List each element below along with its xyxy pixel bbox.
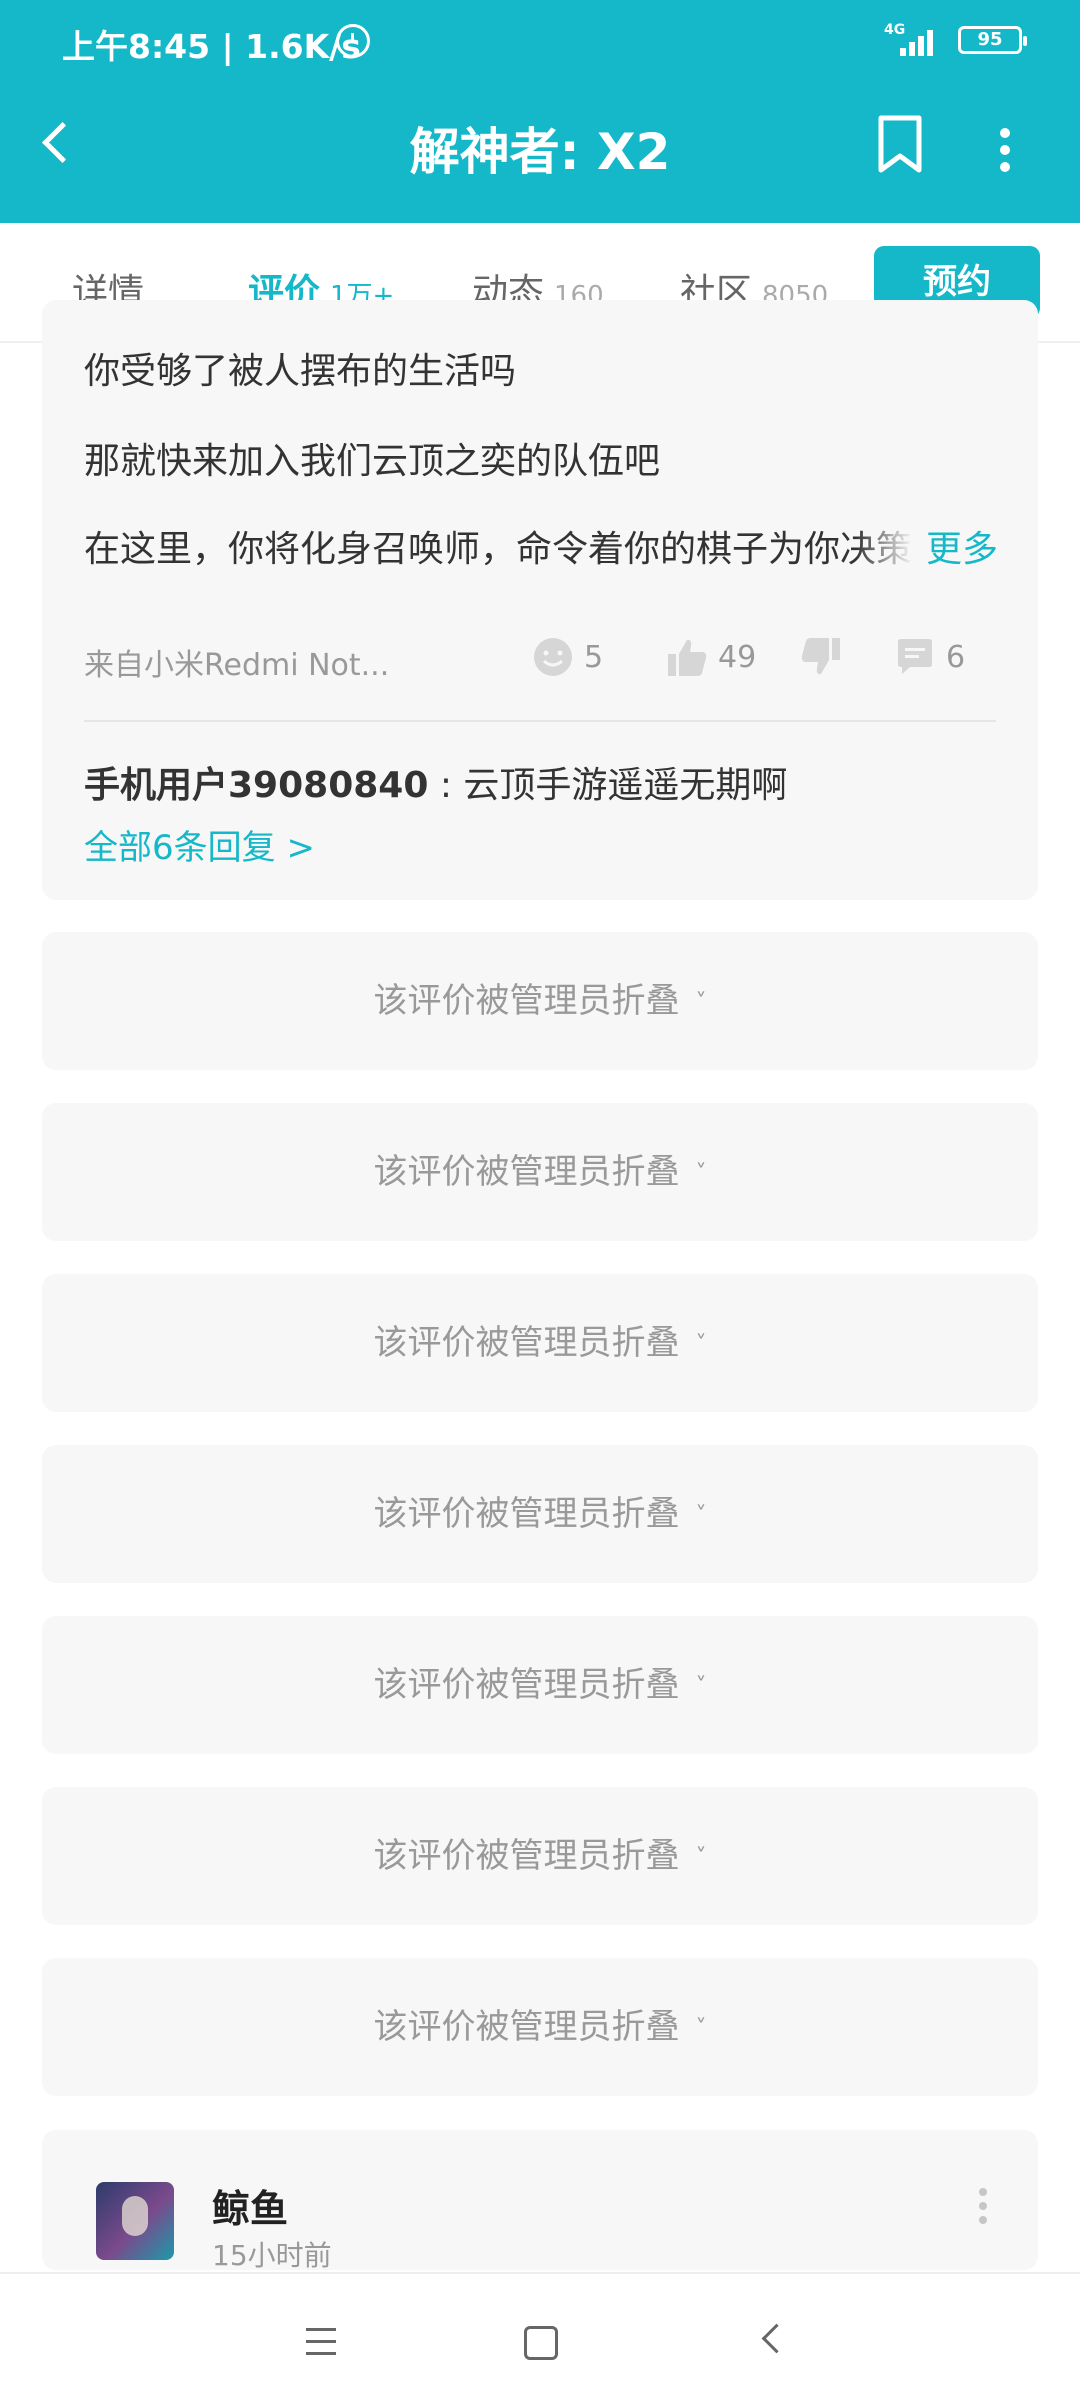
thumbs-down-icon xyxy=(801,638,840,675)
reply-preview: 手机用户39080840 : 云顶手游遥遥无期啊 xyxy=(84,756,787,808)
signal-icon xyxy=(900,26,942,56)
chevron-down-icon: ˅ xyxy=(695,1844,707,1870)
comment-button[interactable]: 6 xyxy=(894,632,965,682)
emoji-count: 5 xyxy=(584,639,604,675)
review-text-line: 你受够了被人摆布的生活吗 xyxy=(84,351,517,392)
reply-text: : 云顶手游遥遥无期啊 xyxy=(428,765,788,806)
avatar[interactable] xyxy=(96,2182,174,2260)
folded-review[interactable]: 该评价被管理员折叠 ˅ xyxy=(42,1787,1038,1925)
review-username[interactable]: 鲸鱼 xyxy=(212,2178,288,2233)
folded-review[interactable]: 该评价被管理员折叠 ˅ xyxy=(42,1274,1038,1412)
folded-review[interactable]: 该评价被管理员折叠 ˅ xyxy=(42,1616,1038,1754)
comment-icon xyxy=(898,639,932,674)
status-time: 上午8:45 | 1.6K/s xyxy=(62,27,361,66)
system-navigation-bar xyxy=(0,2272,1080,2402)
comment-count: 6 xyxy=(946,639,966,675)
home-button[interactable] xyxy=(524,2326,558,2360)
review-time: 15小时前 xyxy=(212,2239,332,2272)
battery-icon: 95 xyxy=(958,26,1027,54)
alarm-icon xyxy=(336,24,370,58)
chevron-down-icon: ˅ xyxy=(695,1673,707,1699)
like-button[interactable]: 49 xyxy=(666,632,756,682)
all-replies-link[interactable]: 全部6条回复 > xyxy=(84,820,315,869)
divider xyxy=(84,720,996,722)
chevron-down-icon: ˅ xyxy=(695,2015,707,2041)
more-options-icon[interactable] xyxy=(976,2186,990,2226)
chevron-down-icon: ˅ xyxy=(695,989,707,1015)
back-nav-button[interactable] xyxy=(752,2322,792,2362)
emoji-reaction-button[interactable]: 5 xyxy=(532,632,603,682)
app-header: 上午8:45 | 1.6K/s 4G 95 解神者: X2 xyxy=(0,0,1080,223)
reply-username[interactable]: 手机用户39080840 xyxy=(84,765,428,806)
smiley-icon xyxy=(534,638,572,676)
recents-button[interactable] xyxy=(302,2322,342,2362)
dislike-button[interactable] xyxy=(800,632,852,682)
chevron-down-icon: ˅ xyxy=(695,1331,707,1357)
review-text-line: 在这里，你将化身召唤师，命令着你的棋子为你决策 xyxy=(84,529,913,570)
bookmark-icon[interactable] xyxy=(875,114,925,174)
chevron-down-icon: ˅ xyxy=(695,1160,707,1186)
device-label: 来自小米Redmi Not... xyxy=(84,648,390,683)
more-options-icon[interactable] xyxy=(992,116,1016,176)
folded-review[interactable]: 该评价被管理员折叠 ˅ xyxy=(42,1103,1038,1241)
expand-more-link[interactable]: 更多 xyxy=(856,520,999,572)
chevron-down-icon: ˅ xyxy=(695,1502,707,1528)
thumbs-up-icon xyxy=(668,639,707,676)
folded-review[interactable]: 该评价被管理员折叠 ˅ xyxy=(42,1445,1038,1583)
review-text-line: 那就快来加入我们云顶之奕的队伍吧 xyxy=(84,441,661,482)
review-card: 鲸鱼 15小时前 xyxy=(42,2130,1038,2272)
folded-review[interactable]: 该评价被管理员折叠 ˅ xyxy=(42,1958,1038,2096)
review-card: 你受够了被人摆布的生活吗 那就快来加入我们云顶之奕的队伍吧 在这里，你将化身召唤… xyxy=(42,300,1038,900)
like-count: 49 xyxy=(718,639,757,675)
folded-review[interactable]: 该评价被管理员折叠 ˅ xyxy=(42,932,1038,1070)
